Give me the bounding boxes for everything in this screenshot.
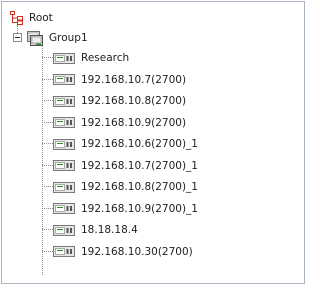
tree-node-label: 192.168.10.7(2700)	[81, 73, 187, 86]
device-icon	[53, 159, 75, 172]
tree-node-device[interactable]: 192.168.10.8(2700)_1	[53, 178, 200, 196]
tree-node-device[interactable]: 18.18.18.4	[53, 221, 140, 239]
tree-connector	[42, 46, 43, 275]
device-tree-panel: Root Group1 Research 192.168.10.7(2700) 19…	[1, 1, 305, 284]
tree-node-device[interactable]: 192.168.10.7(2700)	[53, 71, 188, 89]
device-icon	[53, 52, 75, 65]
tree-node-label: Group1	[49, 32, 88, 44]
tree-node-device[interactable]: 192.168.10.6(2700)_1	[53, 135, 200, 153]
tree-node-device[interactable]: Research	[53, 49, 131, 67]
device-icon	[53, 202, 75, 215]
tree-connector	[42, 164, 53, 166]
tree-connector	[42, 78, 53, 80]
tree-connector	[42, 250, 53, 252]
device-icon	[53, 116, 75, 129]
tree-node-device[interactable]: 192.168.10.7(2700)_1	[53, 157, 200, 175]
tree-connector	[42, 229, 53, 230]
tree-connector	[42, 186, 53, 187]
tree-node-device[interactable]: 192.168.10.8(2700)	[53, 92, 188, 110]
tree-connector	[42, 57, 53, 58]
tree-node-label: Root	[29, 12, 53, 24]
tree-node-label: 192.168.10.30(2700)	[81, 245, 193, 258]
tree-node-label: 192.168.10.9(2700)	[81, 116, 187, 129]
device-icon	[53, 95, 75, 108]
tree-node-label: 192.168.10.7(2700)_1	[81, 159, 198, 172]
device-icon	[53, 181, 75, 194]
device-group-icon	[27, 30, 43, 46]
tree-node-label: 18.18.18.4	[81, 224, 138, 236]
tree-node-label: 192.168.10.9(2700)_1	[81, 202, 198, 215]
device-icon	[53, 224, 75, 237]
tree-connector	[42, 143, 53, 144]
tree-node-label: 192.168.10.6(2700)_1	[81, 138, 198, 150]
tree-node-device[interactable]: 192.168.10.9(2700)	[53, 114, 188, 132]
tree-node-group[interactable]: Group1	[27, 29, 90, 47]
tree-node-device[interactable]: 192.168.10.30(2700)	[53, 243, 195, 261]
tree-connector	[42, 100, 53, 101]
collapse-toggle-icon[interactable]	[13, 33, 22, 42]
device-icon	[53, 138, 75, 151]
device-tree: Root Group1 Research 192.168.10.7(2700) 19…	[2, 2, 304, 283]
tree-node-label: 192.168.10.8(2700)_1	[81, 181, 198, 193]
tree-connector	[17, 25, 18, 33]
tree-node-device[interactable]: 192.168.10.9(2700)_1	[53, 200, 200, 218]
tree-node-label: 192.168.10.8(2700)	[81, 95, 187, 107]
device-icon	[53, 73, 75, 86]
tree-node-label: Research	[81, 52, 130, 64]
tree-connector	[42, 207, 53, 209]
network-root-icon	[10, 11, 24, 25]
device-icon	[53, 245, 75, 258]
tree-connector	[42, 121, 53, 123]
